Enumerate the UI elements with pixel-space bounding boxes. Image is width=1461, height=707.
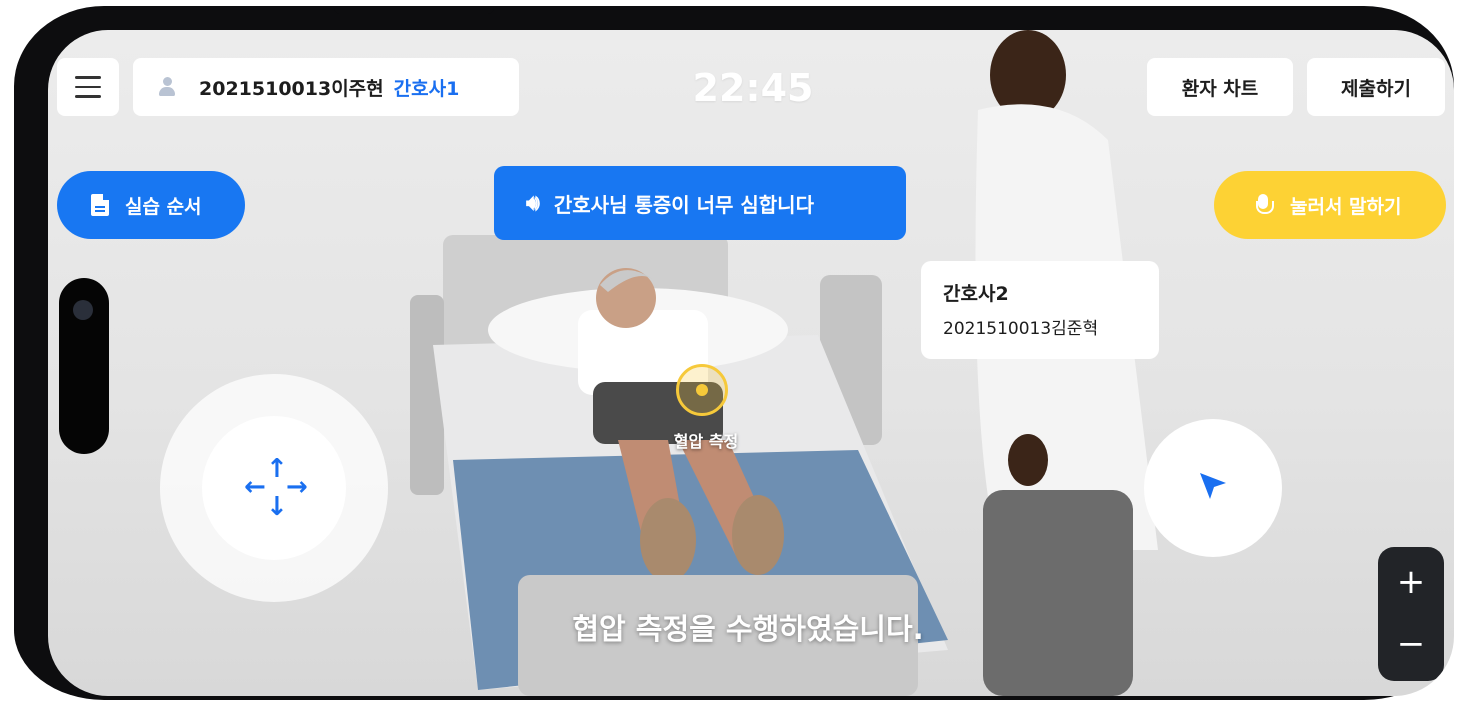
practice-steps-button[interactable]: 실습 순서 — [57, 171, 245, 239]
user-icon — [157, 76, 177, 98]
app-screen: 2021510013이주현 간호사1 22:45 환자 차트 제출하기 실습 순… — [48, 30, 1454, 696]
patient-foot-left — [640, 498, 696, 582]
timer-clock: 22:45 — [692, 66, 814, 110]
blood-pressure-hotspot[interactable] — [676, 364, 728, 416]
movement-joystick[interactable]: ↑ ↓ ← → — [160, 374, 388, 602]
device-camera-island — [59, 278, 109, 454]
joystick-knob[interactable]: ↑ ↓ ← → — [202, 416, 346, 560]
hotspot-dot — [696, 384, 708, 396]
cursor-arrow-icon — [1200, 473, 1226, 499]
nurse2-id: 2021510013김준혁 — [943, 319, 1099, 339]
patient-speech-banner: 🔊︎ 간호사님 통증이 너무 심합니다 — [494, 166, 906, 240]
menu-icon — [75, 76, 101, 79]
practice-steps-label: 실습 순서 — [125, 195, 202, 218]
menu-icon-line — [75, 85, 101, 89]
menu-icon-line — [75, 95, 101, 98]
speaker-icon: 🔊︎ — [526, 190, 540, 216]
document-icon — [91, 194, 109, 216]
hotspot-label: 혈압 측정 — [673, 432, 739, 451]
menu-button[interactable] — [57, 58, 119, 116]
user-id: 2021510013이주현 — [199, 77, 384, 100]
doctor-trousers — [983, 490, 1133, 696]
zoom-out-button[interactable]: − — [1378, 613, 1444, 675]
user-info: 2021510013이주현 간호사1 — [133, 58, 519, 116]
device-notch — [334, 6, 494, 14]
submit-button[interactable]: 제출하기 — [1307, 58, 1445, 116]
patient-foot-right — [732, 495, 784, 575]
zoom-in-button[interactable]: + — [1378, 551, 1444, 613]
speech-text: 간호사님 통증이 너무 심합니다 — [553, 192, 814, 217]
user-icon-head — [163, 77, 172, 86]
zoom-control: + − — [1378, 547, 1444, 681]
user-role: 간호사1 — [393, 77, 460, 100]
doctor-hand — [1008, 434, 1048, 486]
pointer-select-button[interactable] — [1144, 419, 1282, 557]
patient-chart-button[interactable]: 환자 차트 — [1147, 58, 1293, 116]
push-to-talk-label: 눌러서 말하기 — [1290, 195, 1402, 218]
nurse2-nameplate: 간호사2 2021510013김준혁 — [921, 261, 1159, 359]
user-icon-body — [159, 87, 175, 96]
device-frame: 2021510013이주현 간호사1 22:45 환자 차트 제출하기 실습 순… — [14, 6, 1454, 700]
action-subtitle: 협압 측정을 수행하였습니다. — [572, 612, 924, 646]
microphone-icon — [1256, 194, 1274, 216]
bed-rail-left — [410, 295, 444, 495]
move-arrows-icon: ↑ ↓ ← → — [244, 454, 308, 522]
camera-icon — [73, 300, 93, 320]
nurse2-role: 간호사2 — [943, 283, 1009, 305]
push-to-talk-button[interactable]: 눌러서 말하기 — [1214, 171, 1446, 239]
